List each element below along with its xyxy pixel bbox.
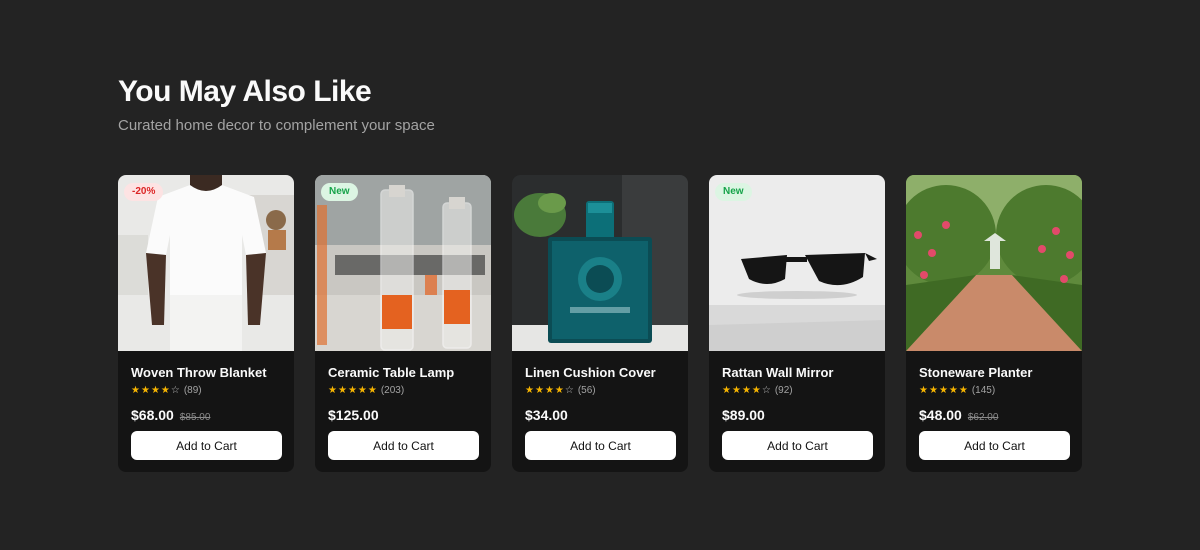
star-icon: ★ [525, 385, 534, 396]
star-rating: ★ ★ ★ ★ ☆ [131, 386, 180, 396]
price-row: $48.00 $62.00 [919, 407, 1070, 425]
star-icon: ★ [554, 385, 564, 396]
star-rating: ★ ★ ★ ★ ☆ [525, 386, 574, 396]
star-icon: ★ [140, 385, 150, 396]
product-name[interactable]: Linen Cushion Cover [525, 365, 676, 381]
product-rating: ★ ★ ★ ★ ☆ (89) [131, 385, 282, 397]
add-to-cart-button[interactable]: Add to Cart [722, 431, 873, 460]
product-card[interactable]: -20% Woven Throw Blanket ★ ★ ★ ★ ☆ (89) $68.… [118, 175, 294, 472]
add-to-cart-button[interactable]: Add to Cart [919, 431, 1070, 460]
star-icon: ★ [948, 385, 958, 396]
section-subtitle: Curated home decor to complement your sp… [118, 117, 435, 134]
product-price: $125.00 [328, 407, 379, 423]
star-icon: ★ [337, 385, 347, 396]
star-outline-icon: ☆ [761, 385, 771, 396]
star-icon: ★ [131, 385, 140, 396]
product-rating: ★ ★ ★ ★ ☆ (56) [525, 385, 676, 397]
star-outline-icon: ☆ [170, 385, 180, 396]
product-card[interactable]: New Rattan Wall Mirror ★ ★ ★ ★ ☆ (92) $89.00… [709, 175, 885, 472]
star-icon: ★ [160, 385, 170, 396]
product-rating: ★ ★ ★ ★ ★ (203) [328, 385, 479, 397]
star-icon: ★ [544, 385, 554, 396]
product-price: $68.00 [131, 407, 174, 423]
section-title: You May Also Like [118, 75, 372, 108]
review-count: (56) [577, 385, 596, 396]
star-icon: ★ [928, 385, 938, 396]
review-count: (89) [183, 385, 202, 396]
star-icon: ★ [347, 385, 357, 396]
product-name[interactable]: Ceramic Table Lamp [328, 365, 479, 381]
product-card[interactable]: New Ceramic Table Lamp ★ ★ ★ ★ ★ (203) $125.… [315, 175, 491, 472]
add-to-cart-button[interactable]: Add to Cart [328, 431, 479, 460]
product-image[interactable]: -20% [118, 175, 294, 351]
product-price: $48.00 [919, 407, 962, 423]
star-icon: ★ [938, 385, 948, 396]
price-row: $89.00 [722, 407, 873, 425]
star-icon: ★ [150, 385, 160, 396]
new-badge: New [321, 183, 358, 201]
star-outline-icon: ☆ [564, 385, 574, 396]
product-name[interactable]: Stoneware Planter [919, 365, 1070, 381]
product-name[interactable]: Woven Throw Blanket [131, 365, 282, 381]
sale-badge: -20% [124, 183, 164, 201]
star-icon: ★ [751, 385, 761, 396]
star-icon: ★ [534, 385, 544, 396]
star-rating: ★ ★ ★ ★ ☆ [722, 386, 771, 396]
product-image[interactable] [512, 175, 688, 351]
product-image[interactable] [906, 175, 1082, 351]
product-rating: ★ ★ ★ ★ ★ (145) [919, 385, 1070, 397]
star-icon: ★ [919, 385, 928, 396]
product-rating: ★ ★ ★ ★ ☆ (92) [722, 385, 873, 397]
price-row: $125.00 [328, 407, 479, 425]
product-price: $34.00 [525, 407, 568, 423]
recommendations-section: You May Also Like Curated home decor to … [118, 74, 1082, 472]
star-icon: ★ [741, 385, 751, 396]
star-icon: ★ [722, 385, 731, 396]
add-to-cart-button[interactable]: Add to Cart [131, 431, 282, 460]
star-icon: ★ [958, 385, 968, 396]
price-row: $34.00 [525, 407, 676, 425]
star-rating: ★ ★ ★ ★ ★ [919, 386, 968, 396]
product-price: $89.00 [722, 407, 765, 423]
star-icon: ★ [731, 385, 741, 396]
product-name[interactable]: Rattan Wall Mirror [722, 365, 873, 381]
original-price: $85.00 [179, 412, 211, 423]
star-icon: ★ [367, 385, 377, 396]
original-price: $62.00 [967, 412, 999, 423]
new-badge: New [715, 183, 752, 201]
star-icon: ★ [328, 385, 337, 396]
product-image[interactable]: New [315, 175, 491, 351]
add-to-cart-button[interactable]: Add to Cart [525, 431, 676, 460]
product-grid: -20% Woven Throw Blanket ★ ★ ★ ★ ☆ (89) $68.… [118, 175, 1082, 472]
star-rating: ★ ★ ★ ★ ★ [328, 386, 377, 396]
review-count: (203) [380, 385, 405, 396]
price-row: $68.00 $85.00 [131, 407, 282, 425]
review-count: (145) [971, 385, 996, 396]
star-icon: ★ [357, 385, 367, 396]
product-card[interactable]: Linen Cushion Cover ★ ★ ★ ★ ☆ (56) $34.00 Ad… [512, 175, 688, 472]
review-count: (92) [774, 385, 793, 396]
product-image[interactable]: New [709, 175, 885, 351]
product-card[interactable]: Stoneware Planter ★ ★ ★ ★ ★ (145) $48.00 $62… [906, 175, 1082, 472]
